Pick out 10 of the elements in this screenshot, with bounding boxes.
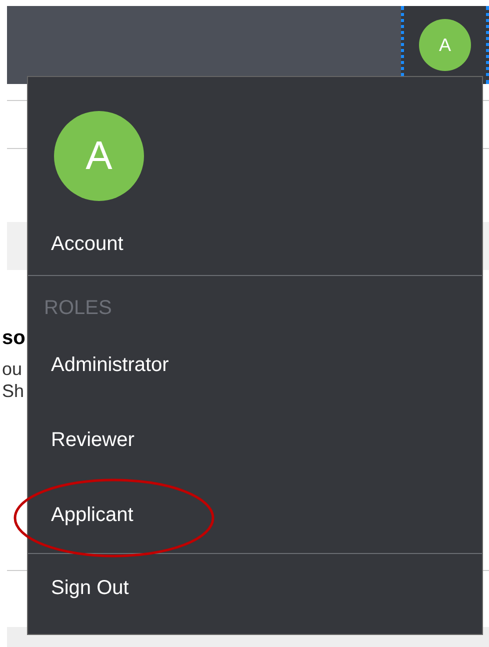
- text-fragment: Sh: [2, 382, 24, 400]
- role-item[interactable]: Administrator: [51, 351, 169, 379]
- role-item[interactable]: Reviewer: [51, 426, 134, 454]
- text-fragment: ou: [2, 360, 22, 378]
- avatar: A: [54, 111, 144, 201]
- role-item[interactable]: Applicant: [51, 501, 134, 529]
- roles-heading: ROLES: [44, 296, 112, 321]
- heading-fragment: so: [2, 328, 26, 348]
- account-link[interactable]: Account: [51, 230, 124, 258]
- sign-out-link[interactable]: Sign Out: [51, 574, 129, 602]
